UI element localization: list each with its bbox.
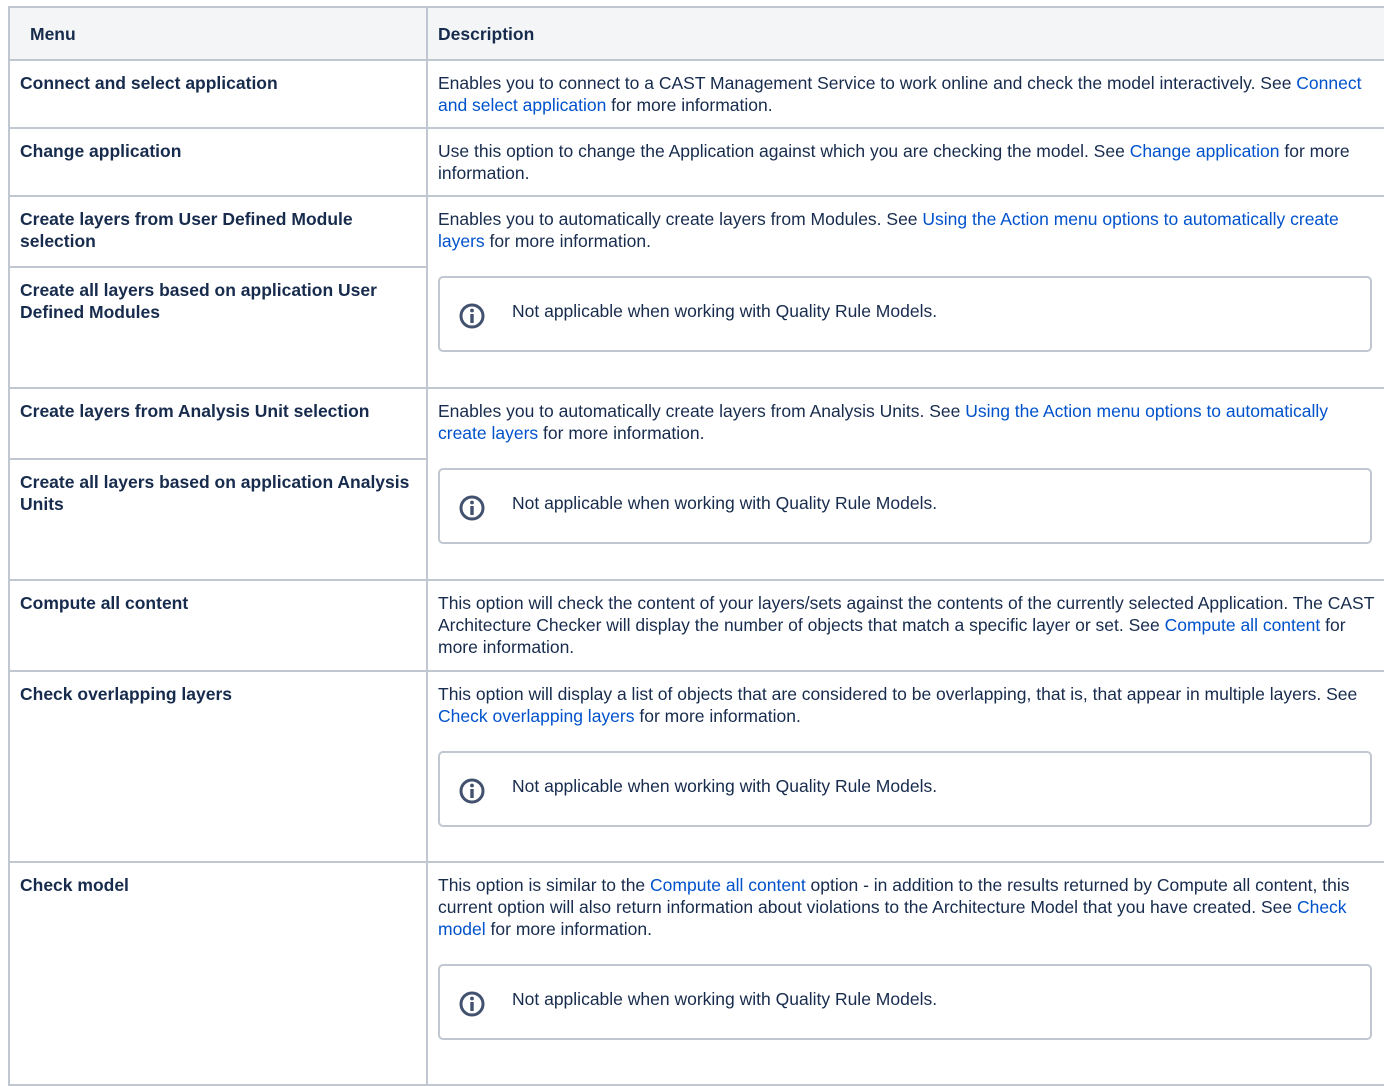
description-text: for more information. xyxy=(484,231,651,251)
link-compute-all-content[interactable]: Compute all content xyxy=(1165,615,1321,635)
table-row: Create layers from Analysis Unit selecti… xyxy=(8,387,1384,581)
description-text: Enables you to automatically create laye… xyxy=(438,209,923,229)
link-check-overlapping-layers[interactable]: Check overlapping layers xyxy=(438,706,635,726)
info-icon xyxy=(459,303,485,329)
description-cell: Use this option to change the Applicatio… xyxy=(426,127,1384,197)
description-cell: Enables you to automatically create laye… xyxy=(426,387,1384,581)
menu-cell: Create all layers based on application A… xyxy=(8,458,428,581)
description-cell: This option will check the content of yo… xyxy=(426,579,1384,672)
menu-cell: Change application xyxy=(8,127,428,197)
menu-cell: Check overlapping layers xyxy=(8,670,428,863)
link-change-application[interactable]: Change application xyxy=(1130,141,1280,161)
info-note: Not applicable when working with Quality… xyxy=(438,468,1372,544)
table-row: Check overlapping layers This option wil… xyxy=(8,670,1384,863)
menu-cell: Compute all content xyxy=(8,579,428,672)
menu-cell: Create all layers based on application U… xyxy=(8,266,428,389)
description-text: for more information. xyxy=(538,423,705,443)
info-note: Not applicable when working with Quality… xyxy=(438,751,1372,827)
info-note: Not applicable when working with Quality… xyxy=(438,964,1372,1040)
menu-cell: Create layers from Analysis Unit selecti… xyxy=(8,387,428,460)
info-icon xyxy=(459,991,485,1017)
header-description: Description xyxy=(426,6,1384,61)
description-text: Enables you to automatically create laye… xyxy=(438,401,966,421)
note-text: Not applicable when working with Quality… xyxy=(512,493,938,513)
description-text: This option will display a list of objec… xyxy=(438,684,1358,704)
description-text: Use this option to change the Applicatio… xyxy=(438,141,1130,161)
link-compute-all-content[interactable]: Compute all content xyxy=(650,875,806,895)
description-text: for more information. xyxy=(606,95,773,115)
table-row: Check model This option is similar to th… xyxy=(8,861,1384,1086)
menu-table: Menu Description Connect and select appl… xyxy=(8,6,1384,1086)
info-icon xyxy=(459,495,485,521)
description-cell: This option will display a list of objec… xyxy=(426,670,1384,863)
description-text: Enables you to connect to a CAST Managem… xyxy=(438,73,1297,93)
header-menu: Menu xyxy=(8,6,428,61)
description-text: This option is similar to the xyxy=(438,875,651,895)
table-row: Create layers from User Defined Module s… xyxy=(8,195,1384,389)
description-text: for more information. xyxy=(485,919,652,939)
description-cell: This option is similar to the Compute al… xyxy=(426,861,1384,1086)
note-text: Not applicable when working with Quality… xyxy=(512,989,938,1009)
note-text: Not applicable when working with Quality… xyxy=(512,776,938,796)
menu-cell: Check model xyxy=(8,861,428,1086)
menu-cell: Create layers from User Defined Module s… xyxy=(8,195,428,268)
description-text: for more information. xyxy=(634,706,801,726)
header-row: Menu Description xyxy=(8,6,1384,61)
table-row: Connect and select application Enables y… xyxy=(8,59,1384,129)
description-cell: Enables you to automatically create laye… xyxy=(426,195,1384,389)
table-row: Change application Use this option to ch… xyxy=(8,127,1384,197)
note-text: Not applicable when working with Quality… xyxy=(512,301,938,321)
menu-cell: Connect and select application xyxy=(8,59,428,129)
info-note: Not applicable when working with Quality… xyxy=(438,276,1372,352)
description-cell: Enables you to connect to a CAST Managem… xyxy=(426,59,1384,129)
info-icon xyxy=(459,778,485,804)
table-row: Compute all content This option will che… xyxy=(8,579,1384,672)
